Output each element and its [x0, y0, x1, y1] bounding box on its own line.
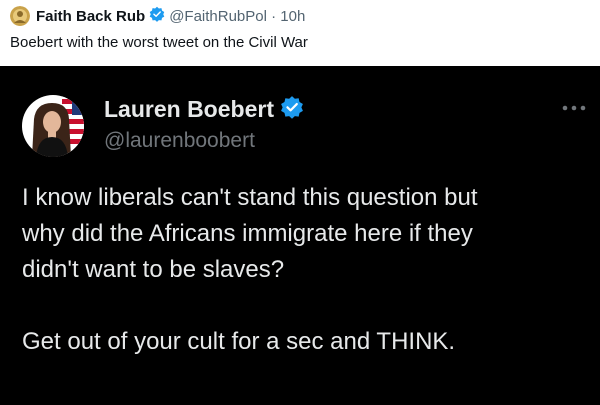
inner-avatar[interactable] [22, 95, 84, 157]
outer-avatar[interactable] [10, 6, 30, 26]
inner-author-row: Lauren Boebert [104, 94, 304, 124]
embedded-post-text: I know liberals can't stand this questio… [22, 184, 478, 355]
outer-author-name[interactable]: Faith Back Rub [36, 8, 145, 25]
inner-handle[interactable]: @laurenboobert [104, 129, 255, 153]
verified-badge-icon [149, 6, 165, 27]
outer-handle-time[interactable]: @FaithRubPol · 10h [169, 8, 305, 25]
verified-badge-icon [280, 95, 304, 124]
embedded-post[interactable]: Lauren Boebert @laurenboobert I know lib… [0, 66, 600, 405]
avatar-icon [10, 6, 30, 26]
more-options-icon[interactable] [560, 100, 588, 116]
outer-author-row: Faith Back Rub @FaithRubPol · 10h [36, 6, 305, 26]
inner-author-name[interactable]: Lauren Boebert [104, 96, 274, 123]
outer-post: Faith Back Rub @FaithRubPol · 10h Boeber… [0, 0, 600, 66]
avatar-icon [22, 95, 84, 157]
outer-post-text: Boebert with the worst tweet on the Civi… [10, 34, 308, 51]
